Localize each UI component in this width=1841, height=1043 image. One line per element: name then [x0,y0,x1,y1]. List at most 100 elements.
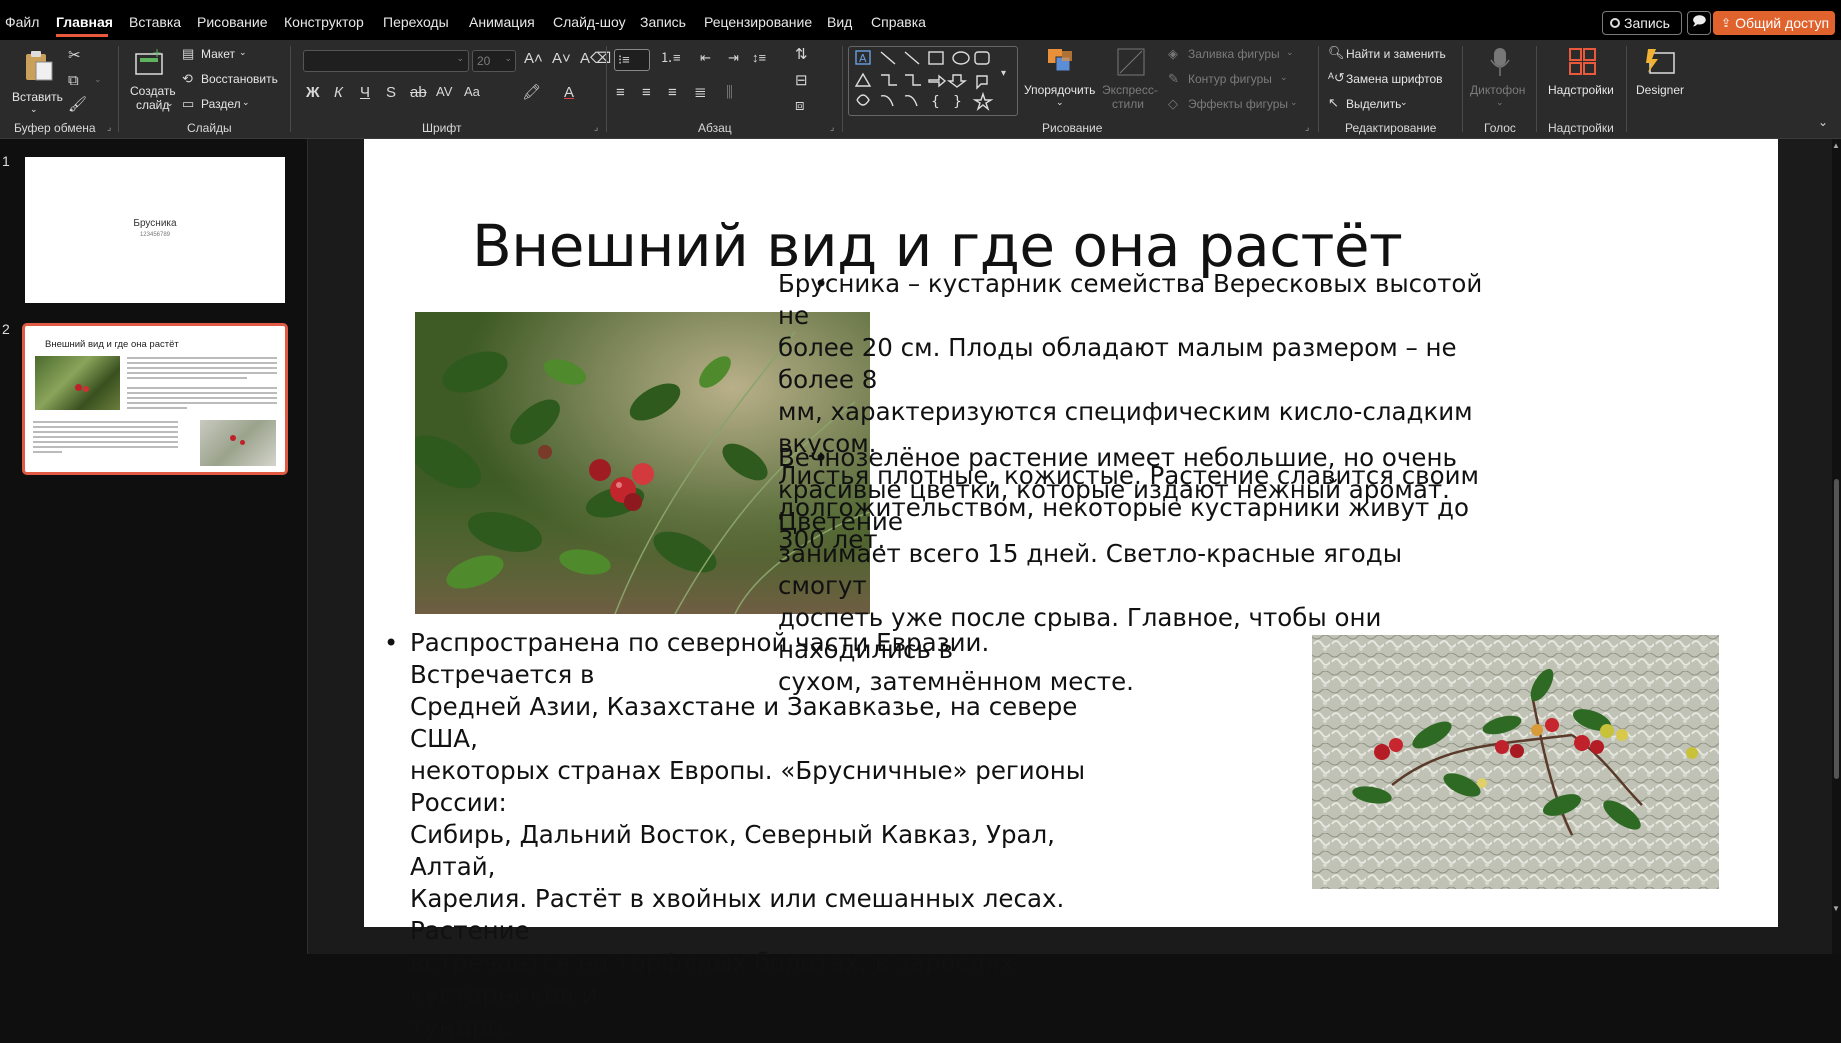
lingonberry-moss-photo[interactable] [1312,635,1719,889]
underline-icon[interactable]: Ч [360,85,370,100]
addins-label: Надстройки [1548,83,1614,97]
justify-icon[interactable]: ≣ [694,85,707,100]
editing-group-label: Редактирование [1345,121,1437,135]
menu-view[interactable]: Вид [827,14,852,30]
slide-thumbnail-2[interactable]: Внешний вид и где она растёт [22,323,288,475]
group-divider [290,46,291,132]
addins-button[interactable]: Надстройки [1544,46,1622,116]
copy-icon[interactable]: ⧉ [68,73,79,88]
paragraph-line: встречается на торфяных болотах, в зарос… [410,948,1014,1009]
menu-animations[interactable]: Анимация [469,14,535,30]
align-left-icon[interactable]: ≡ [616,85,625,100]
highlight-icon[interactable]: 🖍 [522,85,541,100]
bullets-icon: ⁝≡ [618,52,630,67]
dictate-button[interactable]: Диктофон ⌄ [1468,46,1532,116]
comment-icon: 🗩 [1692,13,1707,28]
align-text-icon[interactable]: ⊟ [795,73,808,88]
paragraph-3[interactable]: Распространена по северной части Евразии… [410,627,1110,1043]
designer-button[interactable]: Designer [1632,46,1690,116]
font-color-icon[interactable]: A [564,85,574,100]
paragraph-line: Сибирь, Дальний Восток, Северный Кавказ,… [410,820,1055,881]
increase-indent-icon[interactable]: ⇥ [728,51,739,64]
find-replace-button[interactable]: 🔍︎ Найти и заменить [1328,46,1458,64]
strikethrough-icon[interactable]: ab [410,85,427,100]
font-name-dropdown[interactable]: ⌄ [303,50,469,72]
shapes-gallery[interactable]: A {} ▾ [848,46,1018,116]
scroll-down-icon[interactable]: ▼ [1832,904,1840,913]
line-spacing-icon[interactable]: ↕≡ [752,51,766,64]
character-spacing-icon[interactable]: AV [436,85,452,98]
decrease-indent-icon[interactable]: ⇤ [700,51,711,64]
format-painter-icon[interactable]: 🖌 [68,97,87,112]
section-button[interactable]: ▭ Раздел ⌄ [182,96,262,114]
dialog-launcher-icon[interactable]: ⌟ [830,122,834,133]
increase-font-icon[interactable]: A˄ [524,51,543,66]
chevron-down-icon: ⌄ [166,98,174,108]
vertical-scrollbar[interactable]: ▲ ▼ [1832,139,1841,954]
scroll-up-icon[interactable]: ▲ [1832,141,1840,150]
smartart-icon[interactable]: ⧈ [795,98,805,113]
group-divider [842,46,843,132]
menu-file[interactable]: Файл [5,14,39,30]
menu-transitions[interactable]: Переходы [383,14,449,30]
menu-draw[interactable]: Рисование [197,14,268,30]
menu-review[interactable]: Рецензирование [704,14,812,30]
menu-record[interactable]: Запись [640,14,686,30]
record-button[interactable]: Запись [1602,11,1682,35]
menu-insert[interactable]: Вставка [129,14,181,30]
paragraph-line: Карелия. Растёт в хвойных или смешанных … [410,884,1065,945]
photo-berries-moss [1312,635,1719,889]
change-case-icon[interactable]: Aa [464,85,480,98]
select-button[interactable]: ↖ Выделить ⌄ [1328,96,1428,114]
dialog-launcher-icon[interactable]: ⌟ [1305,122,1309,133]
shape-fill-label: Заливка фигуры [1188,47,1280,61]
dialog-launcher-icon[interactable]: ⌟ [107,122,111,133]
chevron-down-icon: ⌄ [30,104,38,114]
slide-canvas[interactable]: Внешний вид и где она растёт • Брусника … [364,139,1778,1041]
thumbnail-image [35,356,120,410]
text-direction-icon[interactable]: ⇅ [795,47,808,62]
reset-button[interactable]: ⟲ Восстановить [182,71,282,89]
cut-icon[interactable]: ✂ [68,48,81,63]
shadow-icon[interactable]: S [386,85,396,100]
decrease-font-icon[interactable]: A˅ [552,51,571,66]
reset-label: Восстановить [201,72,278,86]
arrange-button[interactable]: Упорядочить ⌄ [1024,46,1098,116]
scrollbar-thumb[interactable] [1834,479,1839,779]
record-icon [1610,18,1620,28]
dialog-launcher-icon[interactable]: ⌟ [594,122,598,133]
paste-button[interactable]: Вставить ⌄ [12,48,63,118]
chevron-down-icon[interactable]: ⌄ [94,75,102,84]
shape-fill-button[interactable]: ◈ Заливка фигуры ⌄ [1168,46,1300,64]
numbering-icon[interactable]: ⒈≡ [660,51,681,64]
record-button-label: Запись [1624,15,1670,31]
group-divider [118,46,119,132]
collapse-ribbon-icon[interactable]: ⌄ [1818,116,1828,128]
quick-styles-button[interactable]: Экспресс- стили [1102,46,1160,116]
paragraph-line: некоторых странах Европы. «Брусничные» р… [410,756,1086,817]
shape-effects-button[interactable]: ◇ Эффекты фигуры ⌄ [1168,96,1300,114]
align-center-icon[interactable]: ≡ [642,85,651,100]
layout-icon: ▤ [182,46,195,61]
italic-icon[interactable]: К [334,85,343,100]
layout-button[interactable]: ▤ Макет ⌄ [182,46,252,64]
replace-fonts-button[interactable]: ᴬ↺ Замена шрифтов [1328,71,1458,89]
bold-icon[interactable]: Ж [306,85,320,100]
menu-bar: Файл Главная Вставка Рисование Конструкт… [0,0,1841,40]
bullets-button[interactable]: ⁝≡ [614,49,650,71]
font-size-dropdown[interactable]: 20 ⌄ [472,50,516,72]
menu-home[interactable]: Главная [56,14,113,30]
menu-slideshow[interactable]: Слайд-шоу [553,14,626,30]
columns-icon[interactable]: ⫼ [726,85,733,100]
slide-thumbnail-1[interactable]: Брусника 123456789 [25,157,285,303]
thumbnail-title: Внешний вид и где она растёт [45,339,179,350]
paragraph-group-label: Абзац [698,121,732,135]
menu-design[interactable]: Конструктор [284,14,364,30]
paint-bucket-icon: ◈ [1168,46,1178,61]
align-right-icon[interactable]: ≡ [668,85,677,100]
new-slide-button[interactable]: + Создать слайд ⌄ [126,46,178,116]
menu-help[interactable]: Справка [871,14,926,30]
comments-button[interactable]: 🗩 [1687,11,1711,35]
shape-outline-button[interactable]: ✎ Контур фигуры ⌄ [1168,71,1300,89]
share-button[interactable]: ⇪ Общий доступ [1713,11,1835,35]
